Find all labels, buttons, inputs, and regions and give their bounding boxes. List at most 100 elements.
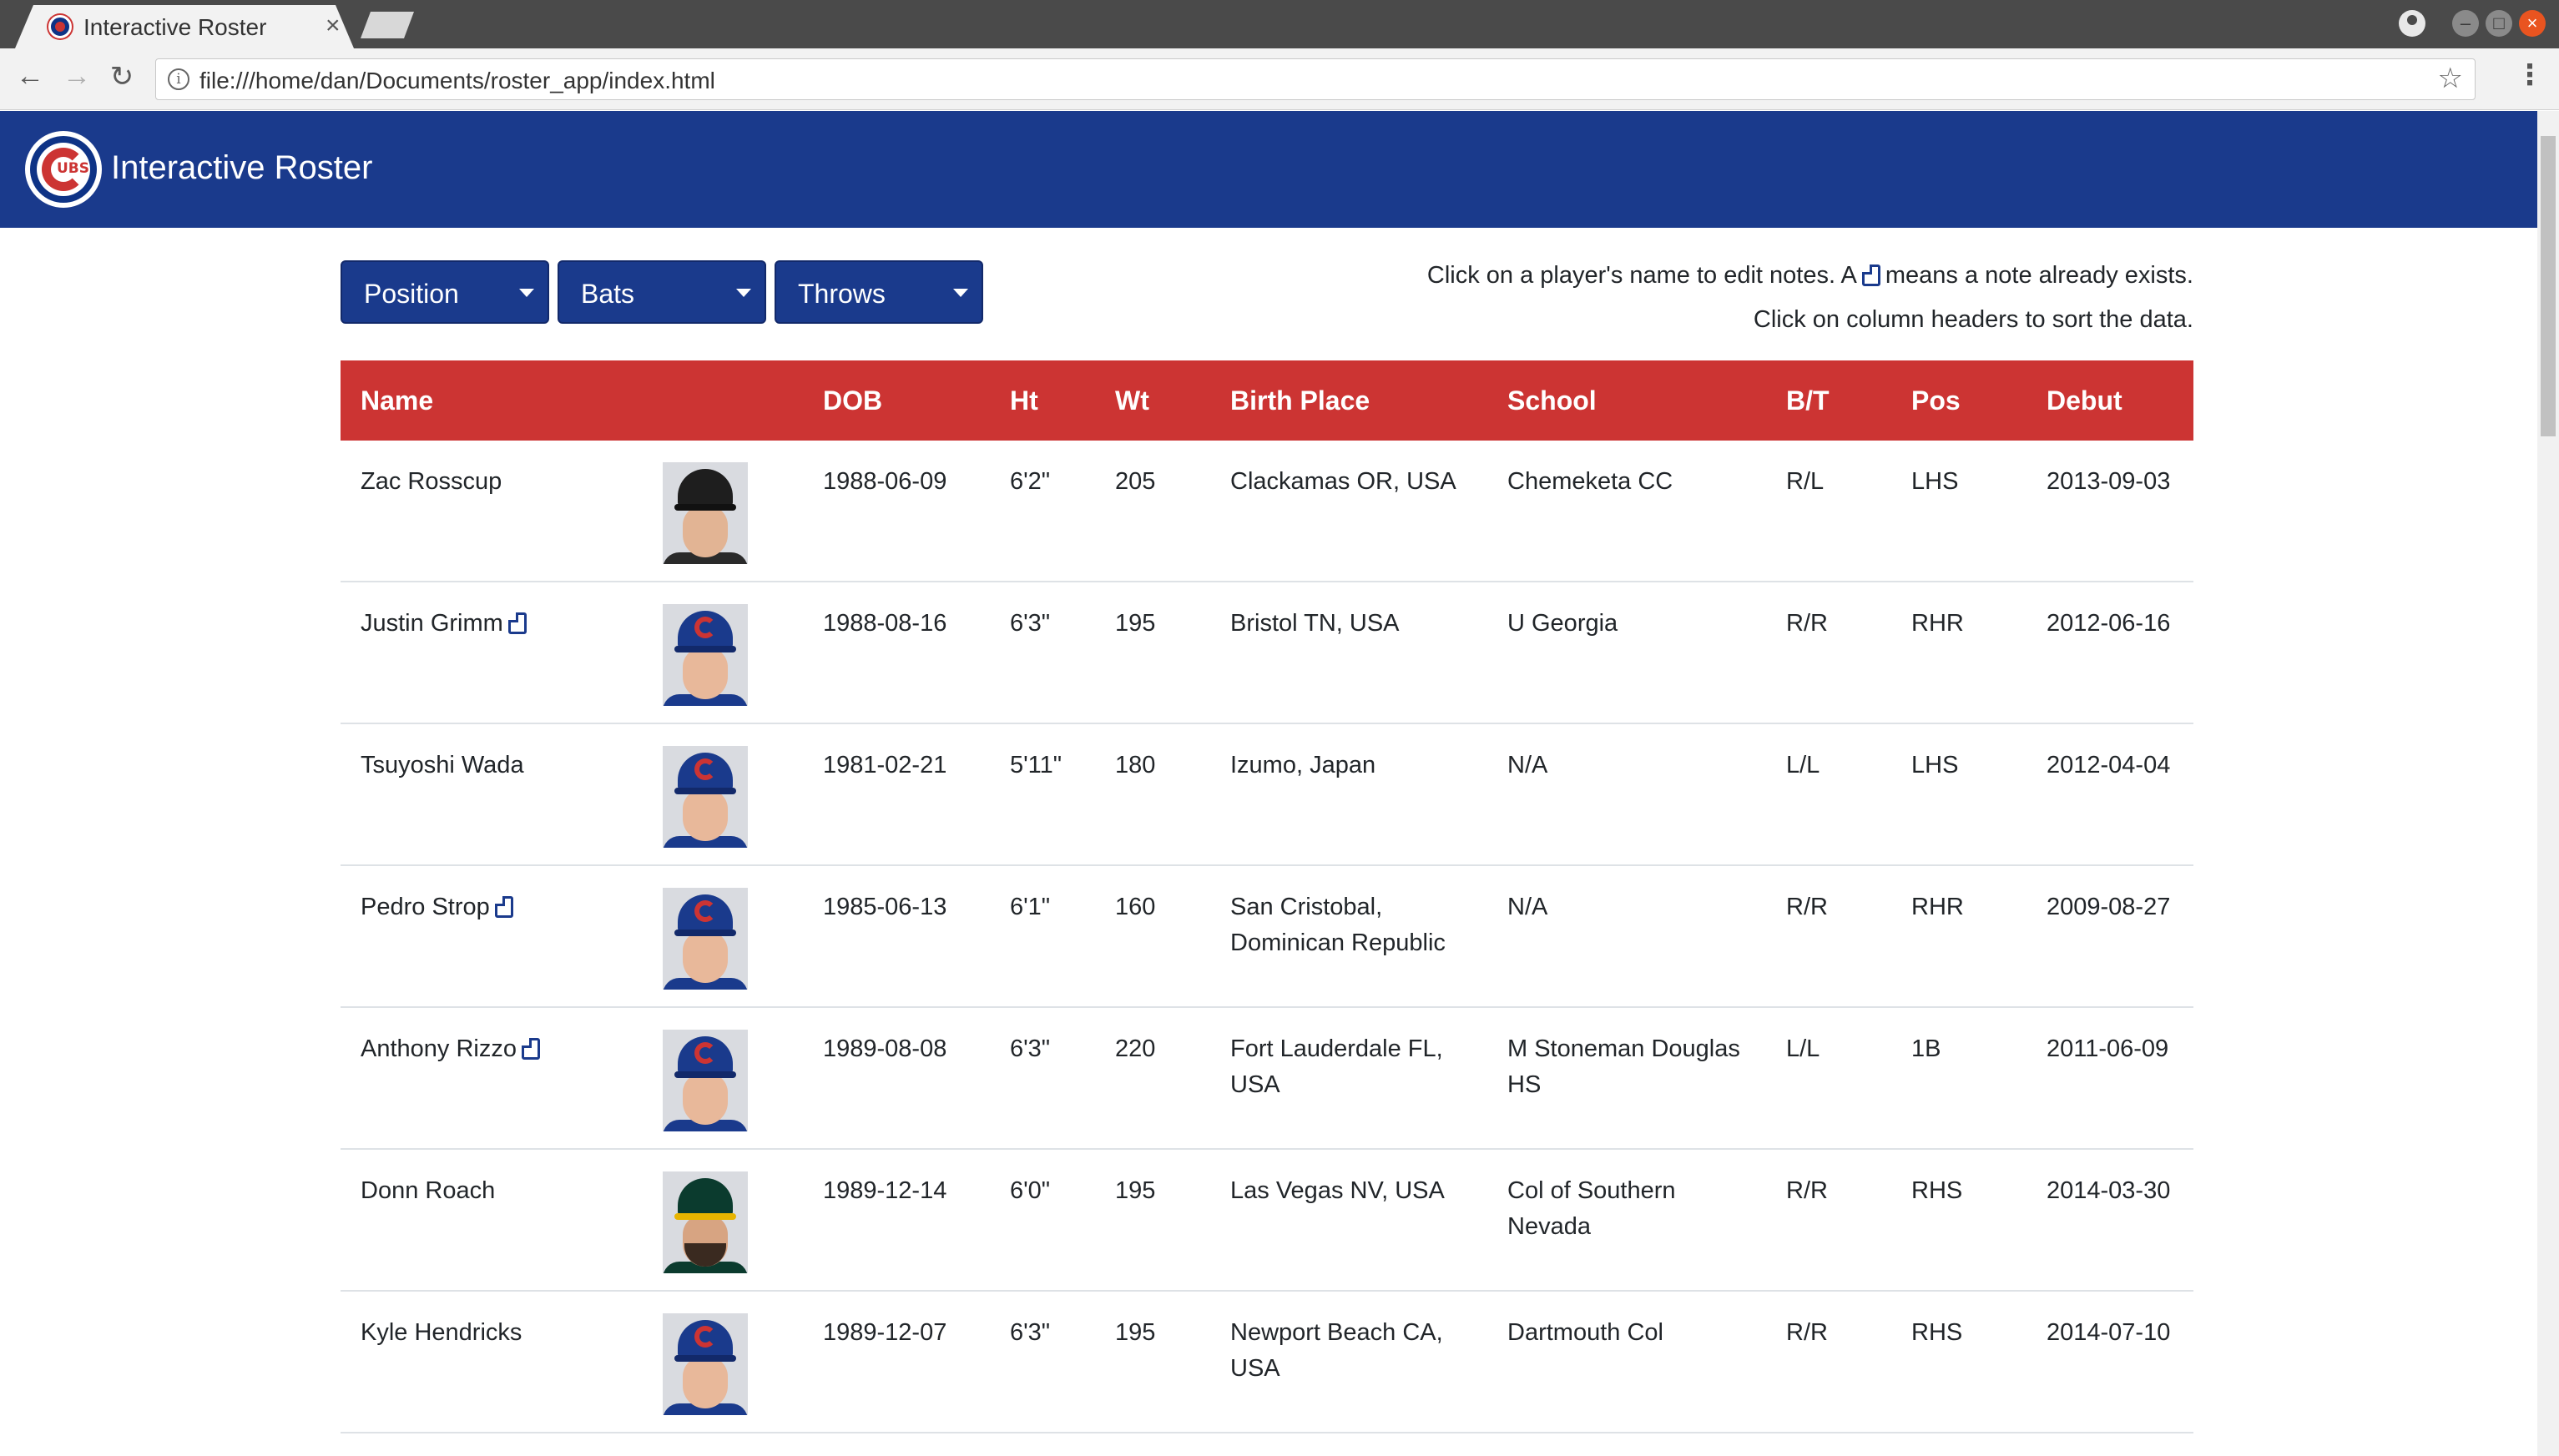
cell-bats-throws: R/R bbox=[1786, 1177, 1828, 1204]
reload-icon[interactable]: ↻ bbox=[103, 60, 140, 93]
cell-dob: 1989-12-14 bbox=[823, 1177, 947, 1204]
tab-title: Interactive Roster bbox=[83, 14, 267, 40]
cell-school: M Stoneman Douglas HS bbox=[1507, 1035, 1740, 1098]
note-icon[interactable] bbox=[522, 1038, 540, 1060]
cell-debut: 2012-06-16 bbox=[2047, 610, 2171, 637]
cell-debut: 2009-08-27 bbox=[2047, 894, 2171, 920]
scrollbar-thumb[interactable] bbox=[2541, 136, 2556, 436]
column-header-name[interactable]: Name bbox=[361, 385, 433, 416]
cell-weight: 195 bbox=[1115, 1177, 1156, 1204]
cell-weight: 205 bbox=[1115, 468, 1156, 495]
browser-tabstrip: Interactive Roster × – □ × bbox=[0, 0, 2559, 48]
help-line-1-start: Click on a player's name to edit notes. … bbox=[1426, 262, 1857, 289]
position-filter-dropdown[interactable]: Position bbox=[341, 260, 549, 324]
cell-dob: 1988-06-09 bbox=[823, 468, 947, 495]
table-row: Donn Roach 1989-12-14 6'0" 195 Las Vegas NV,… bbox=[341, 1150, 2193, 1292]
help-text: Click on a player's name to edit notes. … bbox=[1427, 254, 2193, 342]
app-title[interactable]: Interactive Roster bbox=[111, 149, 372, 187]
cell-birth-place: San Cristobal, Dominican Republic bbox=[1230, 894, 1446, 956]
browser-tab[interactable]: Interactive Roster × bbox=[15, 5, 354, 48]
minimize-icon[interactable]: – bbox=[2452, 10, 2479, 37]
column-header-birth-place[interactable]: Birth Place bbox=[1230, 385, 1370, 416]
cell-weight: 195 bbox=[1115, 1319, 1156, 1346]
maximize-icon[interactable]: □ bbox=[2486, 10, 2512, 37]
cell-debut: 2013-09-03 bbox=[2047, 468, 2171, 495]
cell-position: RHS bbox=[1911, 1319, 1963, 1346]
cell-name[interactable]: Donn Roach bbox=[361, 1173, 495, 1209]
cell-name[interactable]: Kyle Hendricks bbox=[361, 1315, 522, 1351]
cell-height: 6'3" bbox=[1010, 610, 1051, 637]
caret-down-icon bbox=[736, 289, 751, 297]
new-tab-button[interactable] bbox=[361, 12, 414, 38]
table-row: Zac Rosscup 1988-06-09 6'2" 205 Clackamas OR… bbox=[341, 441, 2193, 582]
browser-toolbar: ← → ↻ i file:///home/dan/Documents/roste… bbox=[0, 48, 2559, 110]
window-controls: – □ × bbox=[2399, 10, 2546, 37]
cell-name[interactable]: Tsuyoshi Wada bbox=[361, 748, 524, 783]
page-info-icon[interactable]: i bbox=[168, 68, 189, 90]
column-header-position[interactable]: Pos bbox=[1911, 385, 1961, 416]
cell-school: Col of Southern Nevada bbox=[1507, 1177, 1676, 1240]
help-line-2: Click on column headers to sort the data… bbox=[1753, 306, 2193, 333]
cell-position: 1B bbox=[1911, 1035, 1941, 1062]
column-header-dob[interactable]: DOB bbox=[823, 385, 882, 416]
url-text[interactable]: file:///home/dan/Documents/roster_app/in… bbox=[199, 68, 715, 94]
cell-name[interactable]: Pedro Strop bbox=[361, 889, 518, 925]
cell-name[interactable]: Zac Rosscup bbox=[361, 464, 502, 500]
bats-filter-dropdown[interactable]: Bats bbox=[558, 260, 766, 324]
cell-birth-place: Fort Lauderdale FL, USA bbox=[1230, 1035, 1443, 1098]
cell-dob: 1985-06-13 bbox=[823, 894, 947, 920]
note-icon[interactable] bbox=[507, 612, 527, 634]
column-header-debut[interactable]: Debut bbox=[2047, 385, 2122, 416]
cell-school: Dartmouth Col bbox=[1507, 1319, 1663, 1346]
help-line-1: Click on a player's name to edit notes. … bbox=[1427, 254, 2193, 298]
forward-icon[interactable]: → bbox=[58, 60, 95, 93]
cell-name[interactable]: Justin Grimm bbox=[361, 606, 532, 642]
player-photo bbox=[663, 888, 748, 990]
table-row: Tsuyoshi Wada 1981-02-21 5'11" 180 Izumo, Ja… bbox=[341, 724, 2193, 866]
cell-bats-throws: R/R bbox=[1786, 610, 1828, 637]
player-photo bbox=[663, 1030, 748, 1131]
table-row: Kyle Hendricks 1989-12-07 6'3" 195 Newport B… bbox=[341, 1292, 2193, 1433]
cell-bats-throws: R/R bbox=[1786, 894, 1828, 920]
cell-height: 6'3" bbox=[1010, 1319, 1051, 1346]
filter-bar: Position Bats Throws bbox=[341, 260, 983, 324]
cell-height: 6'3" bbox=[1010, 1035, 1051, 1062]
player-photo bbox=[663, 604, 748, 706]
position-filter-label: Position bbox=[364, 279, 459, 309]
column-header-bats-throws[interactable]: B/T bbox=[1786, 385, 1830, 416]
bookmark-star-icon[interactable]: ☆ bbox=[2438, 62, 2463, 95]
app-navbar: UBS Interactive Roster bbox=[0, 111, 2537, 228]
cell-weight: 195 bbox=[1115, 610, 1156, 637]
table-row: Pedro Strop 1985-06-13 6'1" 160 San Cristoba… bbox=[341, 866, 2193, 1008]
cell-name[interactable]: Anthony Rizzo bbox=[361, 1031, 545, 1067]
browser-menu-icon[interactable]: ⋮ bbox=[2516, 58, 2544, 92]
page-scrollbar[interactable] bbox=[2537, 111, 2559, 1456]
column-header-school[interactable]: School bbox=[1507, 385, 1597, 416]
throws-filter-label: Throws bbox=[798, 279, 886, 309]
player-photo bbox=[663, 462, 748, 564]
cell-birth-place: Newport Beach CA, USA bbox=[1230, 1319, 1443, 1382]
cubs-favicon-icon bbox=[48, 15, 72, 38]
column-header-height[interactable]: Ht bbox=[1010, 385, 1038, 416]
tab-close-icon[interactable]: × bbox=[326, 12, 341, 40]
account-icon[interactable] bbox=[2399, 10, 2425, 37]
table-body: Zac Rosscup 1988-06-09 6'2" 205 Clackamas OR… bbox=[341, 441, 2193, 1433]
throws-filter-dropdown[interactable]: Throws bbox=[775, 260, 983, 324]
cell-debut: 2012-04-04 bbox=[2047, 752, 2171, 778]
cell-birth-place: Clackamas OR, USA bbox=[1230, 468, 1456, 495]
address-bar[interactable]: i file:///home/dan/Documents/roster_app/… bbox=[155, 58, 2476, 100]
cell-birth-place: Izumo, Japan bbox=[1230, 752, 1376, 778]
close-window-icon[interactable]: × bbox=[2519, 10, 2546, 37]
cell-school: N/A bbox=[1507, 752, 1548, 778]
cell-position: LHS bbox=[1911, 752, 1959, 778]
cell-bats-throws: L/L bbox=[1786, 1035, 1820, 1062]
cubs-logo-icon[interactable]: UBS bbox=[25, 131, 102, 208]
cell-height: 6'1" bbox=[1010, 894, 1051, 920]
cell-birth-place: Bristol TN, USA bbox=[1230, 610, 1400, 637]
note-icon[interactable] bbox=[494, 896, 513, 918]
cell-bats-throws: L/L bbox=[1786, 752, 1820, 778]
back-icon[interactable]: ← bbox=[12, 60, 48, 93]
column-header-weight[interactable]: Wt bbox=[1115, 385, 1149, 416]
cell-position: RHS bbox=[1911, 1177, 1963, 1204]
cell-dob: 1989-08-08 bbox=[823, 1035, 947, 1062]
